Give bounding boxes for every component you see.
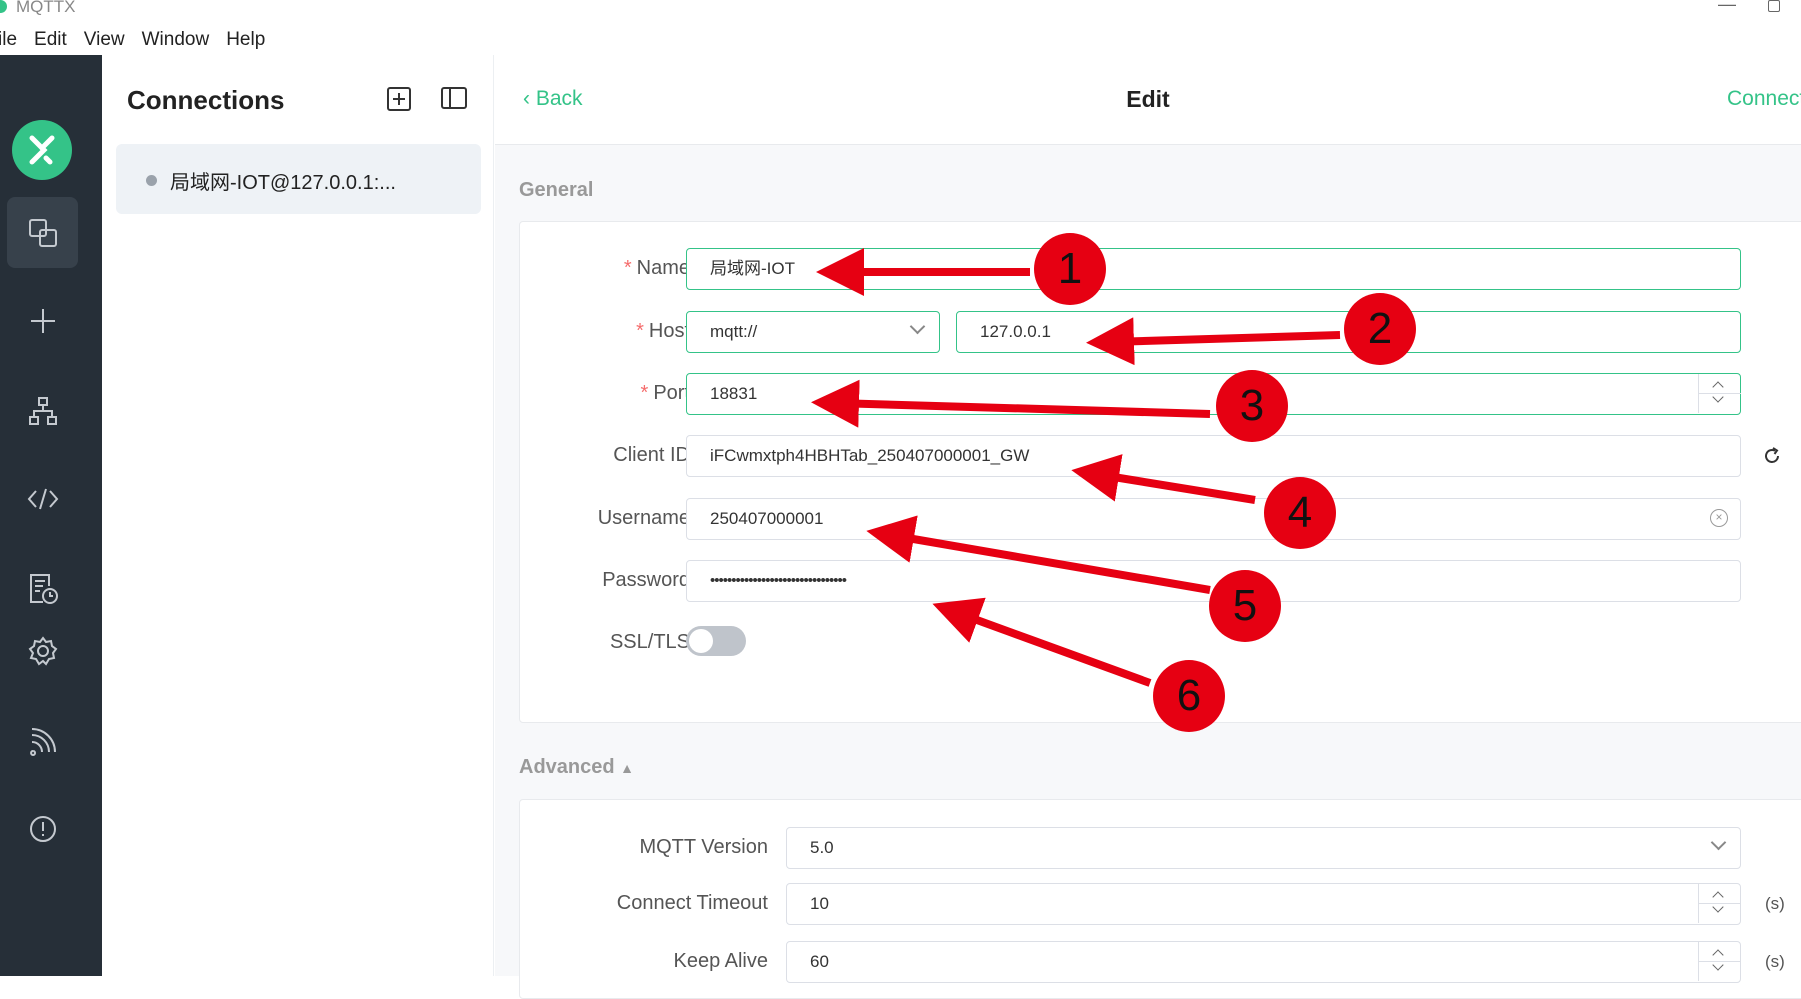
refresh-icon[interactable] bbox=[1762, 446, 1782, 466]
app-logo-icon bbox=[0, 0, 7, 13]
add-connection-icon[interactable] bbox=[387, 87, 411, 111]
collapse-panel-icon[interactable] bbox=[441, 87, 467, 109]
timeout-stepper[interactable] bbox=[1698, 884, 1741, 923]
port-stepper[interactable] bbox=[1698, 374, 1741, 413]
toggle-knob bbox=[689, 629, 713, 653]
connections-panel: Connections 局域网-IOT@127.0.0.1:... bbox=[102, 55, 494, 976]
annotation-badge-3: 3 bbox=[1216, 370, 1288, 442]
mqtt-version-value: 5.0 bbox=[810, 838, 834, 857]
title-bar: MQTTX — bbox=[0, 0, 1801, 22]
ssl-label: SSL/TLS bbox=[609, 631, 690, 653]
mqttx-logo-icon bbox=[12, 120, 72, 180]
menu-help[interactable]: Help bbox=[226, 26, 265, 54]
keep-alive-input[interactable]: 60 bbox=[786, 941, 1741, 983]
ssl-toggle[interactable] bbox=[686, 626, 746, 656]
log-icon[interactable] bbox=[7, 553, 78, 624]
mqtt-version-select[interactable]: 5.0 bbox=[786, 827, 1741, 869]
connect-timeout-value: 10 bbox=[810, 894, 829, 913]
connect-button[interactable]: Connect bbox=[1727, 87, 1801, 111]
port-input[interactable]: 18831 bbox=[686, 373, 1741, 415]
connection-name: 局域网-IOT@127.0.0.1:... bbox=[170, 172, 396, 194]
new-connection-icon[interactable] bbox=[7, 285, 78, 356]
annotation-badge-6: 6 bbox=[1153, 660, 1225, 732]
page-title: Edit bbox=[1126, 86, 1170, 112]
sidebar bbox=[0, 55, 102, 976]
general-card: * Name 局域网-IOT * Host mqtt:// 127.0.0.1 * P… bbox=[519, 221, 1801, 723]
connect-timeout-label: Connect Timeout bbox=[616, 892, 768, 914]
topology-icon[interactable] bbox=[7, 375, 78, 446]
annotation-badge-5: 5 bbox=[1209, 570, 1281, 642]
menu-edit[interactable]: Edit bbox=[34, 26, 67, 54]
edit-header: ‹ Back Edit Connect bbox=[495, 55, 1801, 145]
client-id-input[interactable]: iFCwmxtph4HBHTab_250407000001_GW bbox=[686, 435, 1741, 477]
client-id-label: Client ID bbox=[613, 444, 690, 466]
annotation-badge-1: 1 bbox=[1034, 233, 1106, 305]
password-label: Password bbox=[602, 569, 690, 591]
keep-alive-label: Keep Alive bbox=[673, 950, 768, 972]
chevron-down-icon bbox=[909, 318, 926, 335]
name-input[interactable]: 局域网-IOT bbox=[686, 248, 1741, 290]
menu-window[interactable]: Window bbox=[142, 26, 210, 54]
connect-timeout-input[interactable]: 10 bbox=[786, 883, 1741, 925]
username-label: Username bbox=[597, 507, 690, 529]
feed-icon[interactable] bbox=[7, 705, 78, 776]
port-label: * Port bbox=[640, 382, 690, 404]
gear-icon[interactable] bbox=[7, 615, 78, 686]
name-label: * Name bbox=[623, 257, 690, 279]
clear-icon[interactable]: × bbox=[1710, 509, 1728, 527]
script-icon[interactable] bbox=[7, 463, 78, 534]
keep-alive-unit: (s) bbox=[1765, 952, 1785, 971]
caret-up-icon: ▲ bbox=[620, 760, 635, 776]
advanced-card: MQTT Version 5.0 Connect Timeout 10 (s) … bbox=[519, 799, 1801, 999]
menu-file[interactable]: ile bbox=[0, 26, 17, 54]
timeout-unit: (s) bbox=[1765, 894, 1785, 913]
username-value: 250407000001 bbox=[710, 509, 824, 528]
protocol-select[interactable]: mqtt:// bbox=[686, 311, 940, 353]
keepalive-stepper[interactable] bbox=[1698, 942, 1741, 981]
window-title: MQTTX bbox=[16, 0, 76, 16]
annotation-badge-4: 4 bbox=[1264, 477, 1336, 549]
advanced-section-title[interactable]: Advanced ▲ bbox=[519, 756, 634, 779]
minimize-icon[interactable]: — bbox=[1718, 0, 1736, 15]
edit-panel: ‹ Back Edit Connect General * Name 局域网-IO… bbox=[495, 55, 1801, 999]
keep-alive-value: 60 bbox=[810, 952, 829, 971]
annotation-badge-2: 2 bbox=[1344, 293, 1416, 365]
maximize-icon[interactable] bbox=[1768, 0, 1780, 12]
port-value: 18831 bbox=[710, 384, 758, 403]
chevron-down-icon bbox=[1710, 834, 1727, 851]
username-input[interactable]: 250407000001 × bbox=[686, 498, 1741, 540]
connection-list-item[interactable]: 局域网-IOT@127.0.0.1:... bbox=[116, 144, 481, 214]
mqtt-version-label: MQTT Version bbox=[639, 836, 768, 858]
connections-icon[interactable] bbox=[7, 197, 78, 268]
menu-bar: ile Edit View Window Help bbox=[0, 26, 282, 54]
host-label: * Host bbox=[636, 320, 690, 342]
info-icon[interactable] bbox=[7, 793, 78, 864]
menu-view[interactable]: View bbox=[84, 26, 125, 54]
status-dot bbox=[146, 175, 157, 186]
general-section-title: General bbox=[519, 179, 594, 201]
connections-title: Connections bbox=[127, 85, 285, 115]
protocol-value: mqtt:// bbox=[710, 322, 758, 341]
